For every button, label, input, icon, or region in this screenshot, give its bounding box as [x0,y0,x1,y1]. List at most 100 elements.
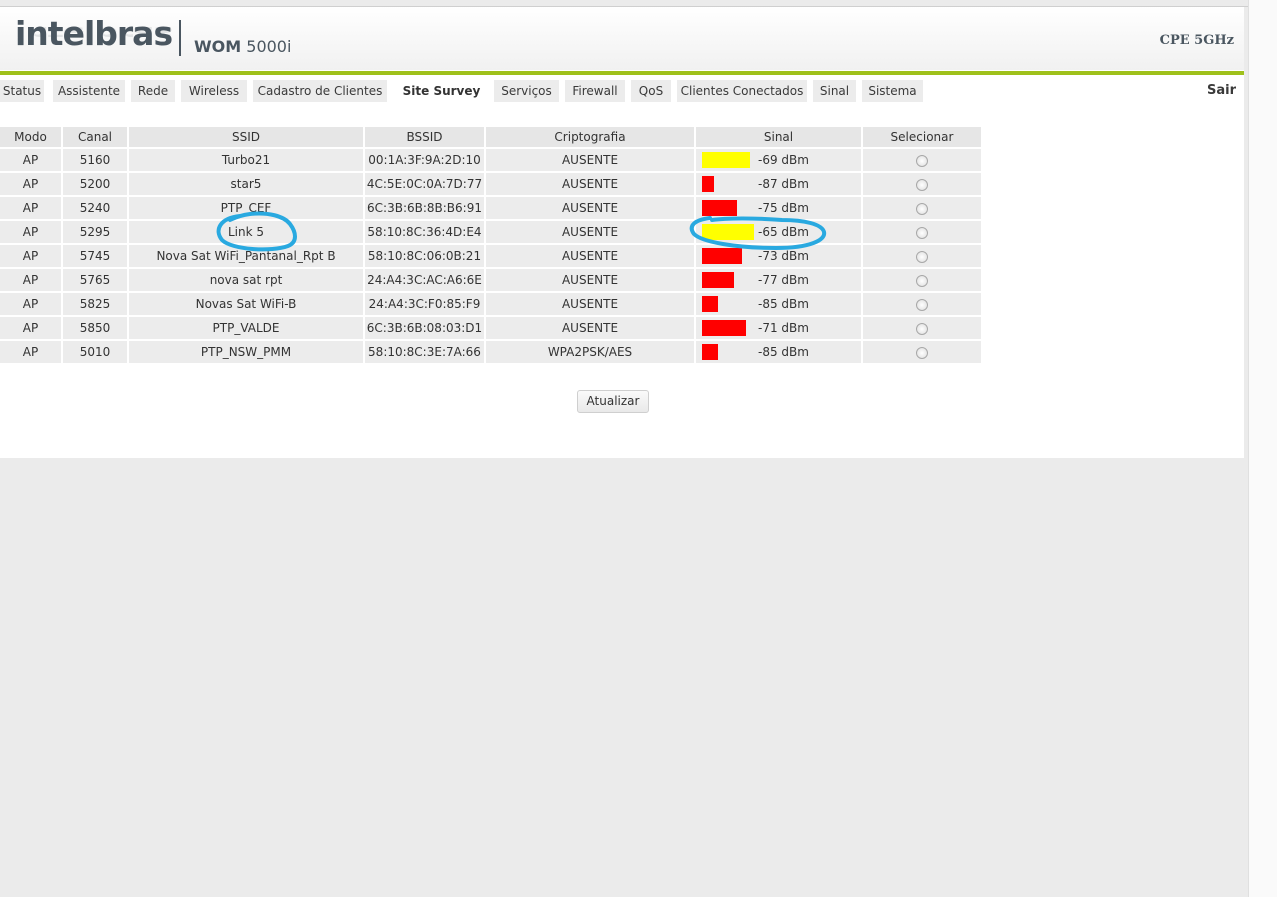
cell-select [863,293,981,315]
tab-wireless[interactable]: Wireless [181,80,247,102]
cell-ssid: Turbo21 [129,149,363,171]
column-header-crypto: Criptografia [486,127,694,147]
table-row: AP 5200 star5 4C:5E:0C:0A:7D:77 AUSENTE -87 d… [0,173,981,195]
cell-crypto: AUSENTE [486,149,694,171]
signal-value: -75 dBm [758,201,809,215]
cell-select [863,341,981,363]
device-type: CPE 5GHz [1159,33,1234,48]
tab-status[interactable]: Status [0,80,44,102]
table-row: AP 5160 Turbo21 00:1A:3F:9A:2D:10 AUSENTE -69… [0,149,981,171]
signal-bar [702,272,734,288]
cell-crypto: AUSENTE [486,197,694,219]
select-radio[interactable] [916,154,928,167]
cell-select [863,149,981,171]
cell-bssid: 24:A4:3C:F0:85:F9 [365,293,484,315]
tab-site-survey[interactable]: Site Survey [393,80,490,104]
tab-servi-os[interactable]: Serviços [494,80,559,102]
cell-crypto: AUSENTE [486,269,694,291]
select-radio[interactable] [916,226,928,239]
cell-mode: AP [0,317,61,339]
router-page: intelbras intelbras WOM 5000i CPE 5GHz S… [0,6,1244,458]
select-radio[interactable] [916,298,928,311]
cell-select [863,221,981,243]
cell-select [863,173,981,195]
signal-value: -77 dBm [758,273,809,287]
cell-crypto: AUSENTE [486,317,694,339]
column-header-bssid: BSSID [365,127,484,147]
nav-tabs: Status Assistente Rede Wireless Cadastro de … [0,80,1244,104]
cell-crypto: AUSENTE [486,293,694,315]
cell-channel: 5295 [63,221,127,243]
cell-bssid: 24:A4:3C:AC:A6:6E [365,269,484,291]
header: intelbras intelbras WOM 5000i CPE 5GHz [0,6,1244,70]
select-radio[interactable] [916,346,928,359]
tab-assistente[interactable]: Assistente [53,80,125,102]
cell-signal: -75 dBm [696,197,861,219]
tab-sinal[interactable]: Sinal [813,80,856,102]
cell-crypto: AUSENTE [486,245,694,267]
signal-bar [702,320,746,336]
cell-select [863,317,981,339]
table-header-row: Modo Canal SSID BSSID Criptografia Sinal… [0,127,981,147]
column-header-channel: Canal [63,127,127,147]
cell-channel: 5850 [63,317,127,339]
cell-ssid: Novas Sat WiFi-B [129,293,363,315]
cell-signal: -85 dBm [696,341,861,363]
model-number: 5000i [246,37,292,56]
cell-signal: -71 dBm [696,317,861,339]
cell-ssid: nova sat rpt [129,269,363,291]
cell-ssid: Nova Sat WiFi_Pantanal_Rpt B [129,245,363,267]
select-radio[interactable] [916,274,928,287]
cell-bssid: 6C:3B:6B:08:03:D1 [365,317,484,339]
cell-signal: -77 dBm [696,269,861,291]
tab-cadastro-de-clientes[interactable]: Cadastro de Clientes [253,80,387,102]
cell-bssid: 6C:3B:6B:8B:B6:91 [365,197,484,219]
signal-value: -69 dBm [758,153,809,167]
signal-bar [702,176,714,192]
tab-firewall[interactable]: Firewall [565,80,625,102]
table-row: AP 5240 PTP_CEF 6C:3B:6B:8B:B6:91 AUSENTE -75… [0,197,981,219]
select-radio[interactable] [916,178,928,191]
tab-sistema[interactable]: Sistema [862,80,923,102]
column-header-select: Selecionar [863,127,981,147]
cell-mode: AP [0,269,61,291]
tab-rede[interactable]: Rede [131,80,175,102]
cell-bssid: 4C:5E:0C:0A:7D:77 [365,173,484,195]
cell-bssid: 58:10:8C:3E:7A:66 [365,341,484,363]
tab-qos[interactable]: QoS [631,80,671,102]
cell-channel: 5240 [63,197,127,219]
model-prefix: WOM [194,37,242,56]
select-radio[interactable] [916,322,928,335]
table-row: AP 5825 Novas Sat WiFi-B 24:A4:3C:F0:85:F9 A… [0,293,981,315]
tab-clientes-conectados[interactable]: Clientes Conectados [677,80,807,102]
refresh-button[interactable]: Atualizar [577,390,649,413]
table-row: AP 5850 PTP_VALDE 6C:3B:6B:08:03:D1 AUSENTE -… [0,317,981,339]
signal-bar [702,248,742,264]
cell-channel: 5200 [63,173,127,195]
cell-select [863,245,981,267]
signal-bar [702,200,737,216]
logout-link[interactable]: Sair [1207,83,1236,98]
site-survey-table: Modo Canal SSID BSSID Criptografia Sinal… [0,125,983,365]
cell-ssid: star5 [129,173,363,195]
cell-mode: AP [0,341,61,363]
cell-bssid: 00:1A:3F:9A:2D:10 [365,149,484,171]
cell-crypto: AUSENTE [486,221,694,243]
accent-bar [0,71,1244,75]
cell-crypto: AUSENTE [486,173,694,195]
cell-select [863,269,981,291]
select-radio[interactable] [916,250,928,263]
table-row: AP 5745 Nova Sat WiFi_Pantanal_Rpt B 58:10:… [0,245,981,267]
cell-mode: AP [0,149,61,171]
cell-ssid: Link 5 [129,221,363,243]
select-radio[interactable] [916,202,928,215]
signal-value: -85 dBm [758,297,809,311]
cell-channel: 5765 [63,269,127,291]
device-model: WOM 5000i [194,37,291,56]
cell-channel: 5825 [63,293,127,315]
cell-ssid: PTP_CEF [129,197,363,219]
signal-value: -65 dBm [758,225,809,239]
cell-mode: AP [0,173,61,195]
cell-bssid: 58:10:8C:06:0B:21 [365,245,484,267]
column-header-signal: Sinal [696,127,861,147]
